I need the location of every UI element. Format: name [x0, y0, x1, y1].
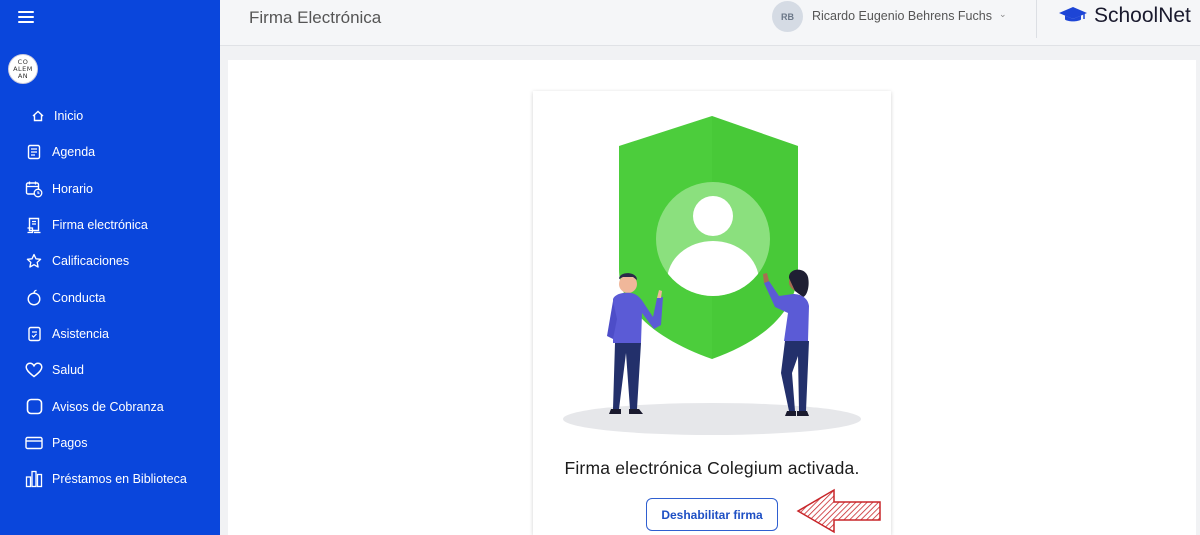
activated-signature-illustration: [563, 116, 861, 435]
sidebar-item-label: Calificaciones: [52, 254, 130, 269]
agenda-icon: [25, 143, 43, 161]
sidebar-item-label: Conducta: [52, 290, 106, 305]
brand-logo: SchoolNet: [1058, 4, 1191, 28]
calendar-clock-icon: [25, 180, 43, 198]
user-name[interactable]: Ricardo Eugenio Behrens Fuchs: [812, 9, 992, 23]
sidebar: CO ALEM AN Inicio Agenda Horario Firma e…: [0, 0, 220, 535]
left-arrow-annotation-icon: [796, 488, 881, 534]
graduation-cap-icon: [1058, 5, 1088, 28]
sidebar-item-label: Asistencia: [52, 326, 109, 341]
top-header: Firma Electrónica RB Ricardo Eugenio Beh…: [220, 0, 1200, 46]
sidebar-item-label: Horario: [52, 181, 93, 196]
sidebar-item-calificaciones[interactable]: Calificaciones: [0, 243, 220, 279]
disable-signature-button[interactable]: Deshabilitar firma: [646, 498, 778, 531]
heart-icon: [25, 361, 43, 379]
home-icon: [32, 107, 44, 125]
sidebar-item-label: Salud: [52, 363, 84, 378]
star-icon: [25, 252, 43, 270]
sidebar-item-label: Pagos: [52, 435, 88, 450]
ground-shadow: [563, 403, 861, 435]
credit-card-icon: [25, 434, 43, 452]
sidebar-item-salud[interactable]: Salud: [0, 352, 220, 388]
sidebar-item-agenda[interactable]: Agenda: [0, 134, 220, 170]
signature-document-icon: [25, 216, 43, 234]
sidebar-item-prestamos-en-biblioteca[interactable]: Préstamos en Biblioteca: [0, 461, 220, 497]
sidebar-menu: Inicio Agenda Horario Firma electrónica …: [0, 98, 220, 497]
header-divider: [1036, 0, 1037, 38]
sidebar-item-pagos[interactable]: Pagos: [0, 425, 220, 461]
page-title: Firma Electrónica: [249, 8, 382, 27]
brand-name: SchoolNet: [1094, 4, 1191, 27]
sidebar-item-conducta[interactable]: Conducta: [0, 279, 220, 315]
sidebar-item-label: Avisos de Cobranza: [52, 399, 164, 414]
chevron-down-icon[interactable]: ⌄: [999, 9, 1007, 20]
sidebar-item-label: Agenda: [52, 145, 96, 160]
square-icon: [25, 398, 43, 416]
avatar[interactable]: RB: [772, 1, 803, 32]
school-logo-text: CO ALEM AN: [13, 57, 33, 80]
sidebar-item-label: Inicio: [54, 109, 84, 124]
sidebar-item-asistencia[interactable]: Asistencia: [0, 316, 220, 352]
attendance-icon: [25, 325, 43, 343]
sidebar-item-inicio[interactable]: Inicio: [0, 98, 220, 134]
school-logo: CO ALEM AN: [8, 54, 38, 84]
sidebar-item-horario[interactable]: Horario: [0, 171, 220, 207]
library-icon: [25, 470, 43, 488]
sidebar-item-firma-electronica[interactable]: Firma electrónica: [0, 207, 220, 243]
sidebar-item-label: Firma electrónica: [52, 218, 148, 233]
signature-status-text: Firma electrónica Colegium activada.: [564, 458, 860, 478]
sidebar-item-avisos-de-cobranza[interactable]: Avisos de Cobranza: [0, 388, 220, 424]
sidebar-item-label: Préstamos en Biblioteca: [52, 472, 187, 487]
signature-status-card: Firma electrónica Colegium activada. Des…: [533, 91, 891, 535]
apple-icon: [25, 289, 43, 307]
menu-toggle-icon[interactable]: [18, 11, 34, 25]
